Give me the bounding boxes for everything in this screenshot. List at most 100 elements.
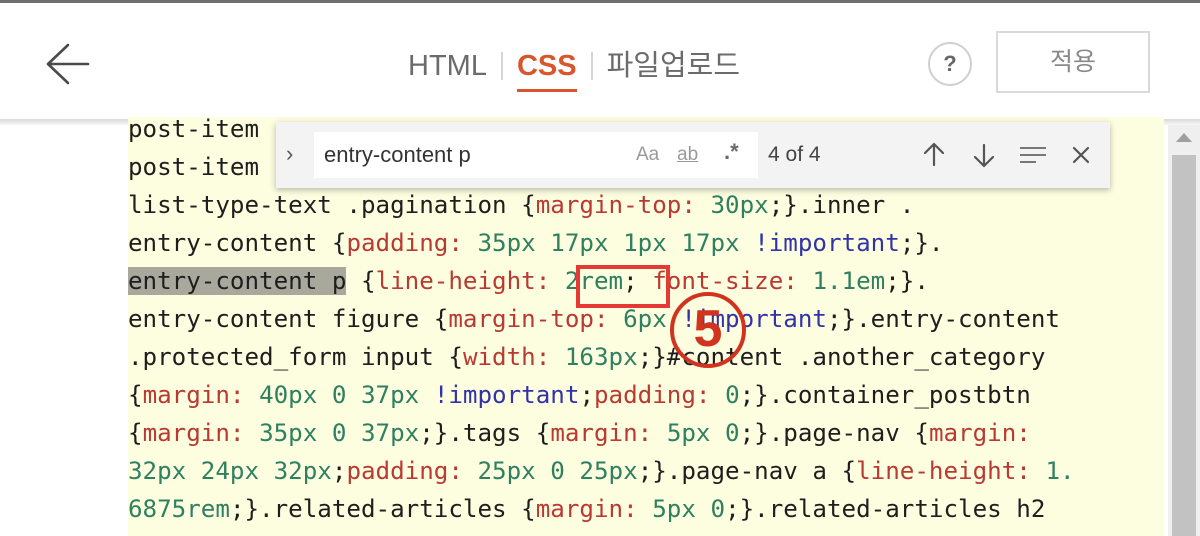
code-token: { [346,267,376,295]
code-token: post-item [128,153,260,181]
code-line: 32px 24px 32px;padding: 25px 0 25px;}.pa… [128,452,1075,490]
back-arrow-icon[interactable] [42,41,92,87]
code-token: 163px [564,343,638,371]
code-token: .protected_form input { [128,343,463,371]
code-token: margin: [928,419,1031,447]
code-token: ;}.page-nav a { [637,457,857,485]
code-token: ; [579,381,594,409]
code-token: 1.1em [812,267,886,295]
code-token: ;}. [885,267,929,295]
scrollbar-thumb[interactable] [1172,155,1196,536]
previous-match-arrow-up-icon[interactable] [917,138,951,172]
tab-bar: HTML CSS 파일업로드 [408,43,740,93]
next-match-arrow-down-icon[interactable] [967,138,1001,172]
tab-html[interactable]: HTML [408,43,487,89]
find-widget: › entry-content p Aa ab .* 4 of 4 [276,122,1110,188]
close-icon[interactable] [1064,138,1098,172]
code-token: margin-top: [535,191,696,219]
code-token: !important [433,381,580,409]
code-token: ;}.related-articles { [229,495,536,523]
tab-divider [590,52,593,80]
code-token: list-type-text .pagination { [128,191,536,219]
find-input[interactable]: entry-content p Aa ab .* [314,132,758,178]
code-token: ;}.container_postbtn [739,381,1031,409]
code-token: 32px 24px 32px [128,457,332,485]
code-token: entry-content figure { [128,305,449,333]
code-token: ;}.inner . [768,191,915,219]
tab-css[interactable]: CSS [516,43,577,92]
code-token: { [128,419,143,447]
code-token: 0 [725,381,740,409]
code-token: ;}.tags { [419,419,551,447]
code-token: margin: [550,419,653,447]
code-token: ;}.related-articles h2 [725,495,1046,523]
code-token: margin: [142,381,245,409]
code-token: ; [331,457,347,485]
code-line: 6875rem;}.related-articles {margin: 5px … [128,490,1045,528]
code-line: {margin: 35px 0 37px;}.tags {margin: 5px… [128,414,1031,452]
search-match-highlight: entry-content p [128,267,347,295]
apply-button[interactable]: 적용 [996,31,1150,93]
match-case-toggle[interactable]: Aa [636,143,659,167]
match-count: 4 of 4 [768,143,821,166]
step-number-annotation: 5 [670,292,746,368]
code-line: entry-content {padding: 35px 17px 1px 17… [128,224,944,262]
find-input-value: entry-content p [324,142,471,167]
code-token: line-height: [856,457,1031,485]
code-token: 25px 0 25px [477,457,638,485]
code-token: 5px 0 [652,495,726,523]
code-line: {margin: 40px 0 37px !important;padding:… [128,376,1031,414]
code-token: 5px 0 [666,419,740,447]
code-token: { [128,381,143,409]
scroll-up-arrow-icon[interactable] [1176,133,1192,142]
code-token: margin: [535,495,638,523]
code-token: font-size: [652,267,798,295]
editor-header: HTML CSS 파일업로드 ? 적용 [0,3,1200,120]
code-token: 6875rem [128,495,230,523]
code-token: line-height: [375,267,551,295]
whole-word-toggle[interactable]: ab [677,143,698,167]
code-token: ;}. [899,229,944,257]
regex-toggle[interactable]: .* [724,140,739,164]
code-line: .protected_form input {width: 163px;}#co… [128,338,1045,376]
code-token: 30px [710,191,769,219]
code-token: entry-content { [128,229,347,257]
code-token: margin: [142,419,245,447]
code-token: 1. [1045,457,1075,485]
code-line: list-type-text .pagination {margin-top: … [128,186,914,224]
toggle-replace-chevron-icon[interactable]: › [286,140,306,168]
code-line: post-item [128,117,259,148]
highlight-box-annotation [576,265,670,308]
help-button[interactable]: ? [928,42,972,86]
code-token: padding: [594,381,711,409]
code-line: entry-content p {line-height: 2rem; font… [128,262,929,300]
code-token: 35px 17px 1px 17px [477,229,740,257]
code-token: !important [754,229,900,257]
code-token: width: [462,343,551,371]
code-token: 35px 0 37px [259,419,420,447]
code-token: post-item [128,117,260,143]
code-token: 6px [623,305,667,333]
tab-file-upload[interactable]: 파일업로드 [607,43,740,89]
code-token: ;}.page-nav { [739,419,929,447]
find-in-selection-lines-icon[interactable] [1016,138,1050,172]
tab-divider [500,52,503,80]
code-token: ;}.entry-content [827,305,1060,333]
code-token: margin-top: [448,305,609,333]
code-token: 40px 0 37px [259,381,420,409]
code-line: post-item [128,148,259,186]
